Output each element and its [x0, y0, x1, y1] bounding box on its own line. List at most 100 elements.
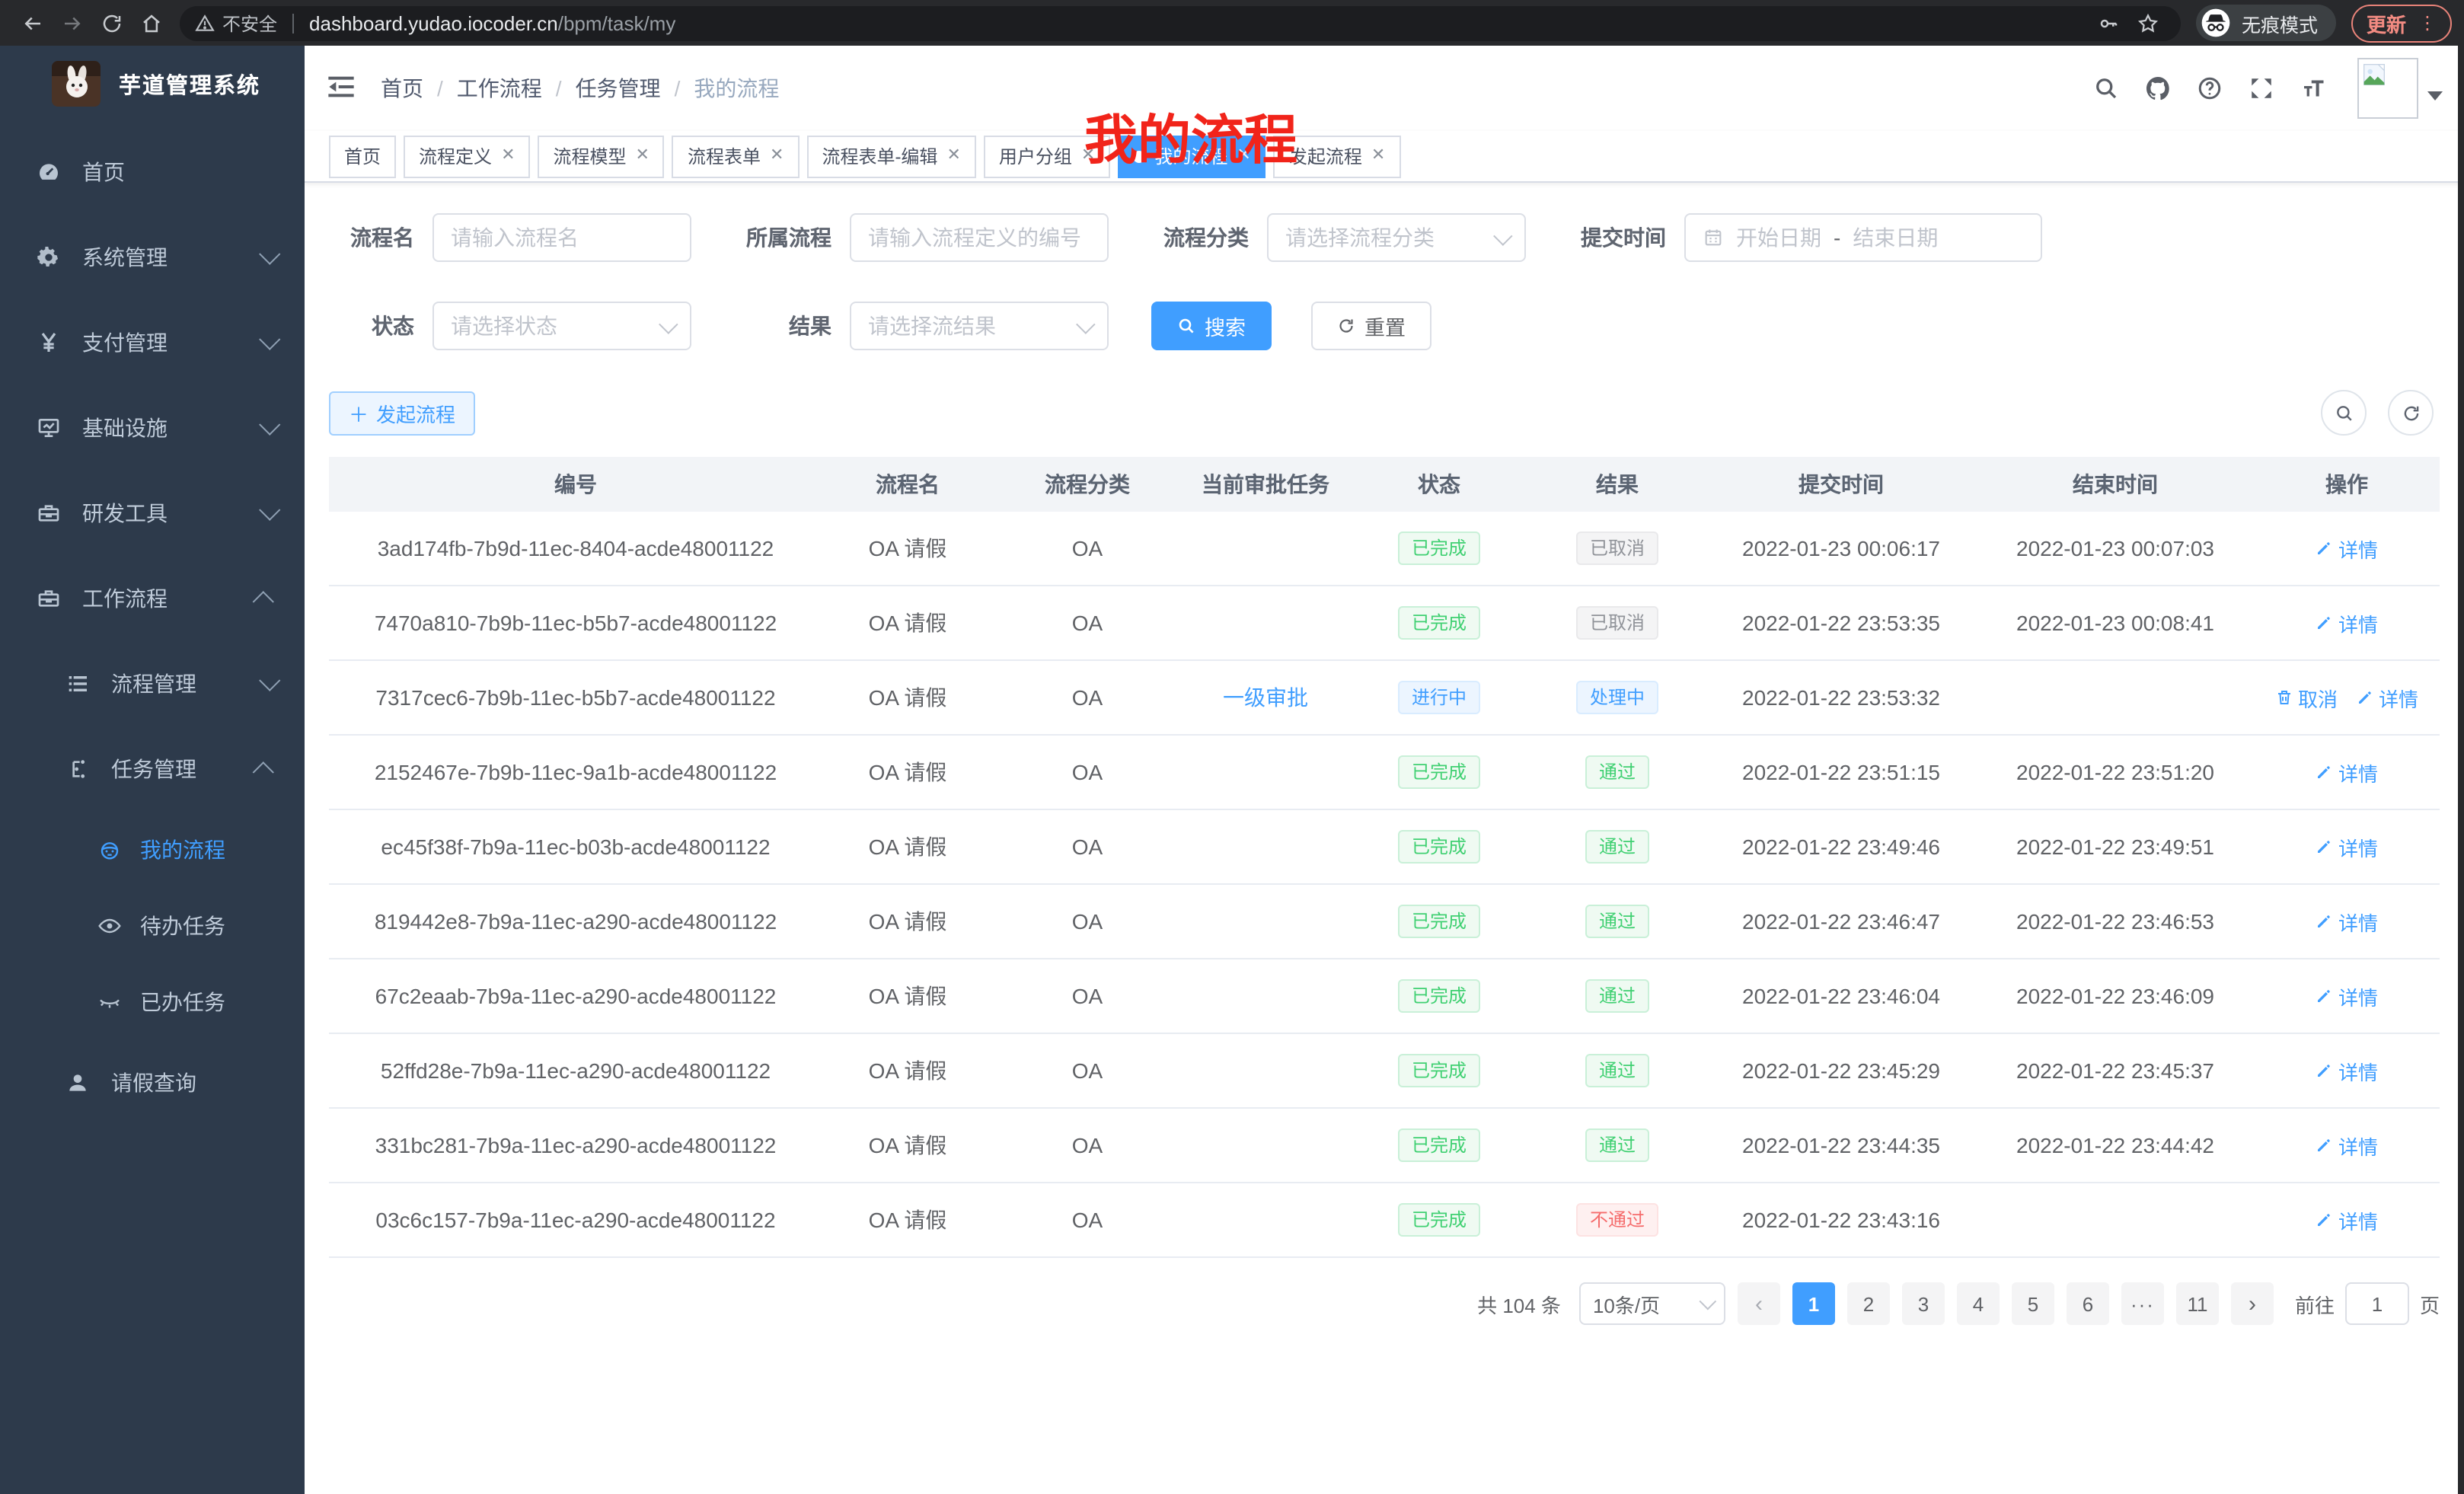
help-icon[interactable]	[2190, 69, 2229, 108]
close-icon[interactable]: ✕	[1371, 148, 1385, 164]
tab-流程定义[interactable]: 流程定义✕	[404, 135, 530, 177]
search-button[interactable]: 搜索	[1151, 302, 1272, 350]
fullscreen-icon[interactable]	[2242, 69, 2281, 108]
result-badge: 不通过	[1576, 1203, 1658, 1237]
cell-end-time: 2022-01-22 23:51:20	[1977, 735, 2254, 809]
reset-button[interactable]: 重置	[1311, 302, 1431, 350]
tab-label: 流程表单	[688, 143, 761, 169]
tab-流程模型[interactable]: 流程模型✕	[538, 135, 665, 177]
app-title: 芋道管理系统	[119, 68, 260, 100]
user-avatar-dropdown[interactable]	[2357, 58, 2443, 119]
cell-category: OA	[993, 1183, 1182, 1257]
close-icon[interactable]: ✕	[946, 148, 960, 164]
page-button-1[interactable]: 1	[1792, 1282, 1835, 1325]
sidebar-item-研发工具[interactable]: 研发工具	[0, 471, 305, 556]
cell-end-time: 2022-01-22 23:46:53	[1977, 884, 2254, 959]
sidebar-item-基础设施[interactable]: 基础设施	[0, 385, 305, 471]
status-badge: 已完成	[1398, 979, 1480, 1013]
breadcrumb-item[interactable]: 任务管理	[576, 73, 661, 104]
close-icon[interactable]: ✕	[770, 148, 784, 164]
sidebar-item-首页[interactable]: 首页	[0, 129, 305, 215]
back-icon[interactable]	[12, 3, 52, 43]
font-size-icon[interactable]	[2293, 69, 2333, 108]
detail-action-link[interactable]: 详情	[2316, 1131, 2378, 1160]
list-icon	[65, 672, 90, 696]
tab-首页[interactable]: 首页	[329, 135, 396, 177]
detail-action-link[interactable]: 详情	[2316, 758, 2378, 787]
sidebar-item-待办任务[interactable]: 待办任务	[0, 888, 305, 964]
search-icon[interactable]	[2086, 69, 2126, 108]
next-page-button[interactable]: ›	[2231, 1282, 2274, 1325]
detail-action-link[interactable]: 详情	[2316, 907, 2378, 936]
detail-action-link[interactable]: 详情	[2316, 608, 2378, 637]
address-bar[interactable]: 不安全 dashboard.yudao.iocoder.cn/bpm/task/…	[180, 5, 2181, 40]
cancel-action-link[interactable]: 取消	[2275, 683, 2338, 712]
result-badge: 通过	[1585, 905, 1649, 938]
home-icon[interactable]	[131, 3, 171, 43]
sidebar-item-支付管理[interactable]: 支付管理	[0, 300, 305, 385]
detail-action-link[interactable]: 详情	[2316, 534, 2378, 563]
breadcrumb-item[interactable]: 首页	[381, 73, 423, 104]
pencil-icon	[2316, 838, 2334, 856]
sidebar-item-label: 支付管理	[82, 327, 168, 358]
github-icon[interactable]	[2138, 69, 2178, 108]
status-select[interactable]: 请选择状态	[432, 302, 691, 350]
page-button-6[interactable]: 6	[2067, 1282, 2109, 1325]
submit-time-range-picker[interactable]: 开始日期 - 结束日期	[1684, 213, 2042, 262]
bookmark-star-icon[interactable]	[2132, 3, 2166, 43]
status-badge: 已完成	[1398, 606, 1480, 640]
process-def-input[interactable]: 请输入流程定义的编号	[850, 213, 1109, 262]
breadcrumb-item[interactable]: 工作流程	[457, 73, 542, 104]
sidebar: 芋道管理系统 首页系统管理支付管理基础设施研发工具工作流程流程管理任务管理我的流…	[0, 46, 305, 1494]
detail-action-link[interactable]: 详情	[2356, 683, 2418, 712]
sidebar-collapse-icon[interactable]	[326, 72, 359, 105]
security-chip[interactable]: 不安全	[195, 10, 277, 36]
current-task-link[interactable]: 一级审批	[1223, 685, 1308, 710]
key-icon[interactable]	[2092, 3, 2126, 43]
browser-update-button[interactable]: 更新 ⋮	[2351, 4, 2452, 42]
detail-action-link[interactable]: 详情	[2316, 982, 2378, 1010]
page-button-3[interactable]: 3	[1902, 1282, 1945, 1325]
app-logo-row[interactable]: 芋道管理系统	[0, 46, 305, 122]
page-size-select[interactable]: 10条/页	[1579, 1282, 1725, 1325]
cell-result: 通过	[1529, 884, 1706, 959]
sidebar-item-任务管理[interactable]: 任务管理	[0, 726, 305, 812]
sidebar-item-系统管理[interactable]: 系统管理	[0, 215, 305, 300]
flow-icon	[65, 757, 90, 781]
detail-action-link[interactable]: 详情	[2316, 1056, 2378, 1085]
chevron-down-icon	[659, 314, 678, 333]
detail-action-link[interactable]: 详情	[2316, 1205, 2378, 1234]
category-select[interactable]: 请选择流程分类	[1267, 213, 1526, 262]
page-button-4[interactable]: 4	[1957, 1282, 2000, 1325]
detail-action-link[interactable]: 详情	[2316, 832, 2378, 861]
breadcrumb-item: 我的流程	[694, 73, 779, 104]
sidebar-item-请假查询[interactable]: 请假查询	[0, 1040, 305, 1125]
user-icon	[65, 1071, 90, 1095]
goto-page-input[interactable]: 1	[2345, 1282, 2409, 1325]
browser-scrollbar[interactable]	[2458, 46, 2464, 1494]
tab-流程表单-编辑[interactable]: 流程表单-编辑✕	[806, 135, 975, 177]
refresh-table-button[interactable]	[2388, 390, 2434, 436]
page-button-5[interactable]: 5	[2012, 1282, 2054, 1325]
sidebar-item-工作流程[interactable]: 工作流程	[0, 556, 305, 641]
forward-icon[interactable]	[52, 3, 91, 43]
reload-icon[interactable]	[91, 3, 131, 43]
pencil-icon	[2316, 539, 2334, 557]
process-name-input[interactable]: 请输入流程名	[432, 213, 691, 262]
sidebar-item-已办任务[interactable]: 已办任务	[0, 964, 305, 1040]
page-button-2[interactable]: 2	[1847, 1282, 1890, 1325]
close-icon[interactable]: ✕	[636, 148, 650, 164]
tab-流程表单[interactable]: 流程表单 ✕	[672, 135, 799, 177]
page-button-11[interactable]: 11	[2176, 1282, 2219, 1325]
gear-icon	[37, 245, 61, 270]
result-select[interactable]: 请选择流结果	[850, 302, 1109, 350]
close-icon[interactable]: ✕	[501, 148, 515, 164]
start-process-button[interactable]: ＋ 发起流程	[329, 391, 475, 435]
show-search-button[interactable]	[2321, 390, 2367, 436]
browser-menu-icon[interactable]: ⋮	[2418, 12, 2437, 34]
chevron-down-icon	[259, 244, 280, 265]
prev-page-button[interactable]: ‹	[1738, 1282, 1780, 1325]
annotation-overlay: 我的流程	[1084, 97, 1297, 175]
sidebar-item-我的流程[interactable]: 我的流程	[0, 812, 305, 888]
sidebar-item-流程管理[interactable]: 流程管理	[0, 641, 305, 726]
